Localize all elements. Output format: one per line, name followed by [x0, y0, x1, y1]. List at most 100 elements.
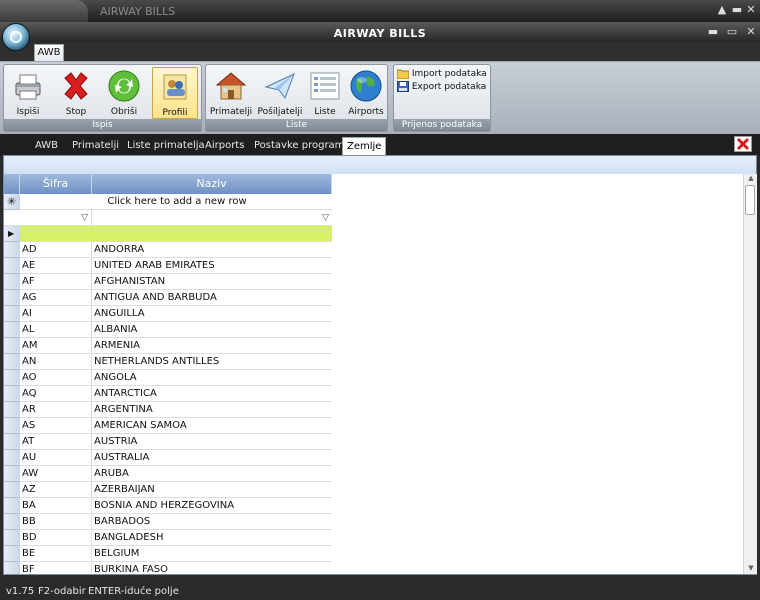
- scroll-up-arrow-icon[interactable]: ▲: [745, 174, 757, 182]
- recipients-button[interactable]: Primatelji: [208, 67, 254, 119]
- cell-name[interactable]: ARGENTINA: [92, 402, 332, 418]
- cell-code[interactable]: AD: [20, 242, 92, 258]
- cell-name[interactable]: NETHERLANDS ANTILLES: [92, 354, 332, 370]
- row-selector[interactable]: [4, 418, 20, 434]
- cell-name[interactable]: AMERICAN SAMOA: [92, 418, 332, 434]
- cell-code[interactable]: BE: [20, 546, 92, 562]
- filter-cell-name[interactable]: ▽: [92, 210, 332, 226]
- tab-airports[interactable]: Airports: [201, 137, 248, 155]
- row-selector[interactable]: [4, 386, 20, 402]
- cell-name[interactable]: ANTIGUA AND BARBUDA: [92, 290, 332, 306]
- row-selector[interactable]: [4, 546, 20, 562]
- delete-button[interactable]: Obriši: [102, 67, 146, 119]
- cell-name[interactable]: ANTARCTICA: [92, 386, 332, 402]
- row-selector[interactable]: [4, 354, 20, 370]
- cell-code[interactable]: AU: [20, 450, 92, 466]
- outer-close-button[interactable]: ✕: [745, 4, 757, 16]
- cell-code[interactable]: BA: [20, 498, 92, 514]
- cell-code[interactable]: AL: [20, 322, 92, 338]
- cell-code[interactable]: AO: [20, 370, 92, 386]
- row-selector[interactable]: [4, 290, 20, 306]
- cell-code[interactable]: AQ: [20, 386, 92, 402]
- cell-code[interactable]: AM: [20, 338, 92, 354]
- cell-code[interactable]: AT: [20, 434, 92, 450]
- row-selector[interactable]: [4, 482, 20, 498]
- row-selector[interactable]: [4, 530, 20, 546]
- cell-code[interactable]: BD: [20, 530, 92, 546]
- airports-button[interactable]: Airports: [346, 67, 386, 119]
- cell-name[interactable]: BURKINA FASO: [92, 562, 332, 574]
- print-button[interactable]: Ispiši: [8, 67, 48, 119]
- cell-name[interactable]: ANGUILLA: [92, 306, 332, 322]
- cell-code[interactable]: AR: [20, 402, 92, 418]
- column-header-name[interactable]: Naziv: [92, 174, 332, 194]
- filter-icon[interactable]: ▽: [322, 210, 329, 225]
- cell-name[interactable]: BANGLADESH: [92, 530, 332, 546]
- cell-name[interactable]: AZERBAIJAN: [92, 482, 332, 498]
- cell-code[interactable]: AS: [20, 418, 92, 434]
- cell-name[interactable]: BARBADOS: [92, 514, 332, 530]
- cell-code[interactable]: AE: [20, 258, 92, 274]
- row-selector[interactable]: [4, 338, 20, 354]
- tab-liste-primatelja[interactable]: Liste primatelja: [123, 137, 209, 155]
- row-selector[interactable]: [4, 322, 20, 338]
- import-button[interactable]: Import podataka: [396, 68, 489, 81]
- cell-name[interactable]: UNITED ARAB EMIRATES: [92, 258, 332, 274]
- minimize-button[interactable]: ▬: [707, 26, 719, 38]
- cell-code[interactable]: BF: [20, 562, 92, 574]
- row-selector[interactable]: [4, 242, 20, 258]
- ribbon-tab-awb[interactable]: AWB: [34, 44, 64, 62]
- tab-postavke-programa[interactable]: Postavke programa: [250, 137, 355, 155]
- close-tab-button[interactable]: [734, 136, 752, 152]
- cell-code[interactable]: AW: [20, 466, 92, 482]
- row-selector[interactable]: [4, 402, 20, 418]
- cell-name[interactable]: AFGHANISTAN: [92, 274, 332, 290]
- filter-cell-code[interactable]: ▽: [20, 210, 92, 226]
- scrollbar-thumb[interactable]: [745, 185, 755, 215]
- tab-awb[interactable]: AWB: [31, 137, 62, 155]
- cell-code[interactable]: BB: [20, 514, 92, 530]
- cell-name[interactable]: ANGOLA: [92, 370, 332, 386]
- row-selector[interactable]: [4, 370, 20, 386]
- profiles-button[interactable]: Profili: [152, 67, 198, 119]
- close-button[interactable]: ✕: [745, 26, 757, 38]
- cell-name[interactable]: BOSNIA AND HERZEGOVINA: [92, 498, 332, 514]
- outer-minimize-button[interactable]: ▬: [731, 4, 743, 16]
- row-selector[interactable]: [4, 466, 20, 482]
- row-selector[interactable]: [4, 258, 20, 274]
- cell-name[interactable]: AUSTRALIA: [92, 450, 332, 466]
- cell-name[interactable]: AUSTRIA: [92, 434, 332, 450]
- filter-icon[interactable]: ▽: [81, 210, 88, 225]
- senders-button[interactable]: Pošiljatelji: [256, 67, 304, 119]
- column-header-code[interactable]: Šifra: [20, 174, 92, 194]
- cell-name[interactable]: ARMENIA: [92, 338, 332, 354]
- cell-name[interactable]: ALBANIA: [92, 322, 332, 338]
- tab-zemlje[interactable]: Zemlje: [342, 137, 387, 155]
- add-new-row-button[interactable]: Click here to add a new row: [20, 194, 332, 210]
- cell-code[interactable]: AG: [20, 290, 92, 306]
- scroll-up-icon[interactable]: ▲: [716, 4, 728, 16]
- tab-primatelji[interactable]: Primatelji: [68, 137, 123, 155]
- row-selector[interactable]: [4, 274, 20, 290]
- cell-name[interactable]: BELGIUM: [92, 546, 332, 562]
- maximize-button[interactable]: ▭: [726, 26, 738, 38]
- cell-code[interactable]: AF: [20, 274, 92, 290]
- row-selector[interactable]: [4, 434, 20, 450]
- stop-button[interactable]: Stop: [54, 67, 98, 119]
- cell-name[interactable]: ANDORRA: [92, 242, 332, 258]
- scroll-down-arrow-icon[interactable]: ▼: [745, 564, 757, 572]
- row-selector[interactable]: [4, 562, 20, 574]
- row-selector[interactable]: [4, 450, 20, 466]
- row-selector[interactable]: [4, 498, 20, 514]
- export-button[interactable]: Export podataka: [397, 81, 489, 94]
- cell-name[interactable]: ARUBA: [92, 466, 332, 482]
- vertical-scrollbar[interactable]: ▲ ▼: [743, 174, 757, 574]
- lists-button[interactable]: Liste: [306, 67, 344, 119]
- cell-code[interactable]: AZ: [20, 482, 92, 498]
- cell-code[interactable]: AN: [20, 354, 92, 370]
- ribbon-group-ispis: Ispiši Stop Obriši Profili Ispis: [3, 64, 202, 132]
- current-empty-row[interactable]: [20, 226, 332, 242]
- row-selector[interactable]: [4, 514, 20, 530]
- cell-code[interactable]: AI: [20, 306, 92, 322]
- row-selector[interactable]: [4, 306, 20, 322]
